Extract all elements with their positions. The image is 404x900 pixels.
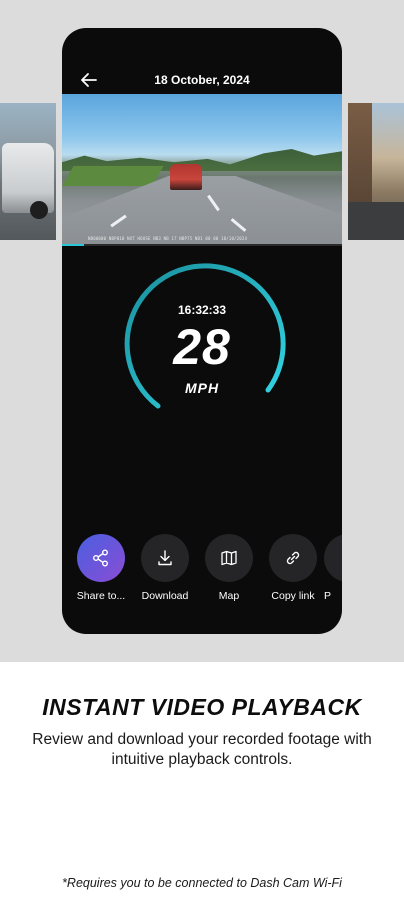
playback-progress-bar[interactable]: [62, 244, 342, 246]
copy-link-label: Copy link: [271, 590, 315, 602]
speed-unit: MPH: [184, 380, 220, 396]
map-button-circle: [205, 534, 253, 582]
promo-footnote: *Requires you to be connected to Dash Ca…: [62, 876, 342, 890]
phone-screen: 18 October, 2024 NB00000 NBP010 NXT HOUS…: [62, 28, 342, 634]
share-button-circle: [77, 534, 125, 582]
promo-subtitle: Review and download your recorded footag…: [32, 731, 372, 768]
video-timestamp-overlay: NB00000 NBP010 NXT HOUSE NB3 NB 17 NBP75…: [88, 236, 248, 241]
copy-link-button-circle: [269, 534, 317, 582]
van-image: [2, 143, 54, 213]
action-bar: Share to... Download Map Copy link P: [68, 534, 342, 604]
page-title: 18 October, 2024: [154, 73, 250, 87]
more-action-button[interactable]: P: [324, 534, 342, 602]
top-bar: 18 October, 2024: [62, 28, 342, 94]
grass-scenery: [62, 166, 164, 186]
street-image: [348, 202, 404, 240]
copy-link-button[interactable]: Copy link: [260, 534, 326, 602]
previous-video-thumbnail[interactable]: [0, 103, 56, 240]
download-icon: [158, 550, 172, 566]
map-button[interactable]: Map: [196, 534, 262, 602]
share-icon: [93, 549, 108, 567]
speed-value: 28: [173, 319, 231, 375]
building-image: [348, 103, 372, 203]
clip-time: 16:32:33: [177, 303, 227, 317]
next-video-thumbnail[interactable]: [348, 103, 404, 240]
playback-progress-fill: [62, 244, 85, 246]
share-label: Share to...: [76, 590, 126, 602]
more-action-label: P: [324, 590, 332, 602]
van-wheel: [30, 201, 48, 219]
download-button[interactable]: Download: [132, 534, 198, 602]
map-label: Map: [218, 590, 240, 602]
more-action-circle: [324, 534, 342, 582]
link-icon: [286, 551, 300, 565]
download-label: Download: [141, 590, 189, 602]
promo-headline: INSTANT VIDEO PLAYBACK: [42, 694, 362, 720]
red-car: [170, 164, 202, 190]
share-button[interactable]: Share to...: [68, 534, 134, 602]
video-player[interactable]: NB00000 NBP010 NXT HOUSE NB3 NB 17 NBP75…: [62, 94, 342, 246]
map-icon: [221, 550, 237, 566]
download-button-circle: [141, 534, 189, 582]
